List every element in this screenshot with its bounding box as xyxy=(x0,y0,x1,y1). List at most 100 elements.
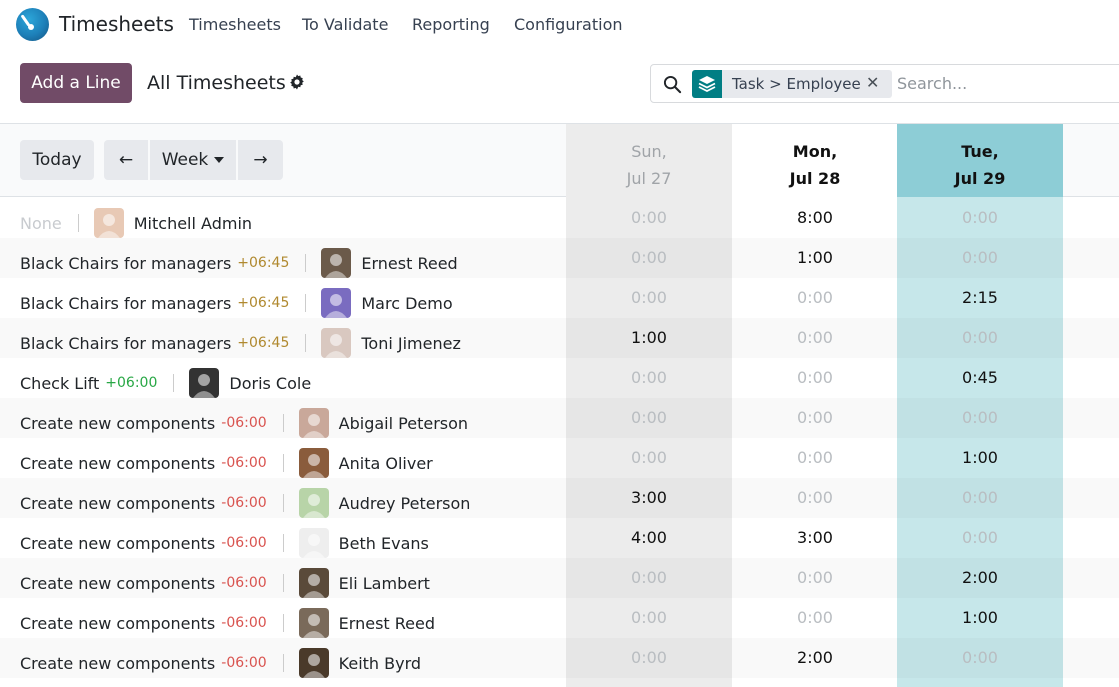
employee-name: Doris Cole xyxy=(229,373,312,393)
hours-cell-mon[interactable]: 1:00 xyxy=(732,248,898,267)
avatar[interactable] xyxy=(93,208,124,238)
previous-arrow-button[interactable]: ← xyxy=(104,140,148,180)
avatar[interactable] xyxy=(298,608,329,638)
hours-cell-tue[interactable]: 1:00 xyxy=(897,608,1063,627)
row-label[interactable]: Create new components -06:00 Anita Oliver xyxy=(20,448,433,478)
employee-name: Mitchell Admin xyxy=(133,213,253,233)
task-remaining-hours: -06:00 xyxy=(221,535,267,551)
avatar[interactable] xyxy=(298,408,329,438)
hours-cell-sun[interactable]: 1:00 xyxy=(566,328,732,347)
hours-cell-sun[interactable]: 3:00 xyxy=(566,488,732,507)
week-scale-dropdown[interactable]: Week xyxy=(150,140,236,180)
hours-cell-tue[interactable]: 2:00 xyxy=(897,568,1063,587)
separator xyxy=(305,334,307,352)
row-label[interactable]: Create new components -06:00 Ernest Reed xyxy=(20,608,435,638)
row-label[interactable]: Create new components -06:00 Eli Lambert xyxy=(20,568,430,598)
hours-cell-sun[interactable]: 0:00 xyxy=(566,288,732,307)
avatar[interactable] xyxy=(298,488,329,518)
hours-cell-sun[interactable]: 0:00 xyxy=(566,208,732,227)
task-remaining-hours: -06:00 xyxy=(221,615,267,631)
hours-cell-mon[interactable]: 0:00 xyxy=(732,328,898,347)
avatar[interactable] xyxy=(298,448,329,478)
top-navbar: Timesheets Timesheets To Validate Report… xyxy=(0,0,1119,50)
avatar[interactable] xyxy=(321,328,352,358)
hours-cell-sun[interactable]: 0:00 xyxy=(566,448,732,467)
task-name: Create new components xyxy=(20,653,216,673)
hours-cell-mon[interactable]: 0:00 xyxy=(732,608,898,627)
avatar[interactable] xyxy=(298,528,329,558)
hours-cell-tue[interactable]: 0:00 xyxy=(897,408,1063,427)
hours-cell-sun[interactable]: 0:00 xyxy=(566,648,732,667)
row-label[interactable]: Create new components -06:00 Beth Evans xyxy=(20,528,429,558)
separator xyxy=(282,534,284,552)
hours-cell-sun[interactable]: 0:00 xyxy=(566,568,732,587)
task-remaining-hours: -06:00 xyxy=(221,495,267,511)
avatar[interactable] xyxy=(321,288,352,318)
hours-cell-sun[interactable]: 0:00 xyxy=(566,368,732,387)
avatar[interactable] xyxy=(321,248,352,278)
task-name: None xyxy=(20,213,62,233)
timesheets-logo-icon[interactable] xyxy=(16,8,49,41)
hours-cell-tue[interactable]: 2:15 xyxy=(897,288,1063,307)
table-row: Create new components -06:00 Abigail Peter… xyxy=(0,398,1119,438)
menu-reporting[interactable]: Reporting xyxy=(412,15,490,34)
hours-cell-tue[interactable]: 0:00 xyxy=(897,328,1063,347)
menu-to-validate[interactable]: To Validate xyxy=(302,15,388,34)
table-row: Create new components -06:00 Anita Oliver 0… xyxy=(0,438,1119,478)
app-title[interactable]: Timesheets xyxy=(59,12,174,36)
hours-cell-mon[interactable]: 0:00 xyxy=(732,448,898,467)
task-remaining-hours: +06:45 xyxy=(237,335,290,351)
menu-timesheets[interactable]: Timesheets xyxy=(189,15,281,34)
add-line-button[interactable]: Add a Line xyxy=(20,63,132,103)
caret-down-icon xyxy=(214,157,225,163)
separator xyxy=(173,374,175,392)
hours-cell-sun[interactable]: 0:00 xyxy=(566,408,732,427)
row-label[interactable]: Create new components -06:00 Abigail Peter… xyxy=(20,408,468,438)
hours-cell-tue[interactable]: 0:00 xyxy=(897,248,1063,267)
row-label[interactable]: Black Chairs for managers +06:45 Marc Demo xyxy=(20,288,453,318)
table-row: Black Chairs for managers +06:45 Toni Jime… xyxy=(0,318,1119,358)
today-button[interactable]: Today xyxy=(20,140,94,180)
avatar[interactable] xyxy=(298,568,329,598)
row-label[interactable]: Black Chairs for managers +06:45 Ernest Re… xyxy=(20,248,458,278)
hours-cell-tue[interactable]: 0:00 xyxy=(897,488,1063,507)
menu-configuration[interactable]: Configuration xyxy=(514,15,623,34)
next-arrow-button[interactable]: → xyxy=(238,140,283,180)
hours-cell-tue[interactable]: 0:45 xyxy=(897,368,1063,387)
hours-cell-mon[interactable]: 0:00 xyxy=(732,288,898,307)
hours-cell-tue[interactable]: 0:00 xyxy=(897,648,1063,667)
hours-cell-mon[interactable]: 0:00 xyxy=(732,408,898,427)
avatar[interactable] xyxy=(189,368,220,398)
row-label[interactable]: Black Chairs for managers +06:45 Toni Jime… xyxy=(20,328,461,358)
employee-name: Audrey Peterson xyxy=(338,493,471,513)
separator xyxy=(282,414,284,432)
hours-cell-tue[interactable]: 0:00 xyxy=(897,528,1063,547)
hours-cell-tue[interactable]: 1:00 xyxy=(897,448,1063,467)
task-name: Create new components xyxy=(20,413,216,433)
task-name: Check Lift xyxy=(20,373,100,393)
hours-cell-sun[interactable]: 0:00 xyxy=(566,248,732,267)
employee-name: Eli Lambert xyxy=(338,573,430,593)
row-label[interactable]: None Mitchell Admin xyxy=(20,208,252,238)
search-bar: Task > Employee ✕ Search... xyxy=(650,64,1119,103)
avatar[interactable] xyxy=(298,648,329,678)
hours-cell-mon[interactable]: 2:00 xyxy=(732,648,898,667)
search-input[interactable]: Search... xyxy=(897,74,967,93)
gear-icon[interactable] xyxy=(289,74,305,90)
hours-cell-mon[interactable]: 0:00 xyxy=(732,568,898,587)
hours-cell-tue[interactable]: 0:00 xyxy=(897,208,1063,227)
separator xyxy=(282,574,284,592)
row-label[interactable]: Check Lift +06:00 Doris Cole xyxy=(20,368,311,398)
hours-cell-mon[interactable]: 8:00 xyxy=(732,208,898,227)
hours-cell-mon[interactable]: 0:00 xyxy=(732,488,898,507)
hours-cell-mon[interactable]: 3:00 xyxy=(732,528,898,547)
hours-cell-mon[interactable]: 0:00 xyxy=(732,368,898,387)
task-name: Black Chairs for managers xyxy=(20,293,232,313)
close-icon[interactable]: ✕ xyxy=(866,73,879,92)
hours-cell-sun[interactable]: 0:00 xyxy=(566,608,732,627)
row-label[interactable]: Create new components -06:00 Audrey Peters… xyxy=(20,488,470,518)
row-label[interactable]: Create new components -06:00 Keith Byrd xyxy=(20,648,421,678)
search-icon[interactable] xyxy=(663,75,682,94)
task-remaining-hours: -06:00 xyxy=(221,415,267,431)
hours-cell-sun[interactable]: 4:00 xyxy=(566,528,732,547)
